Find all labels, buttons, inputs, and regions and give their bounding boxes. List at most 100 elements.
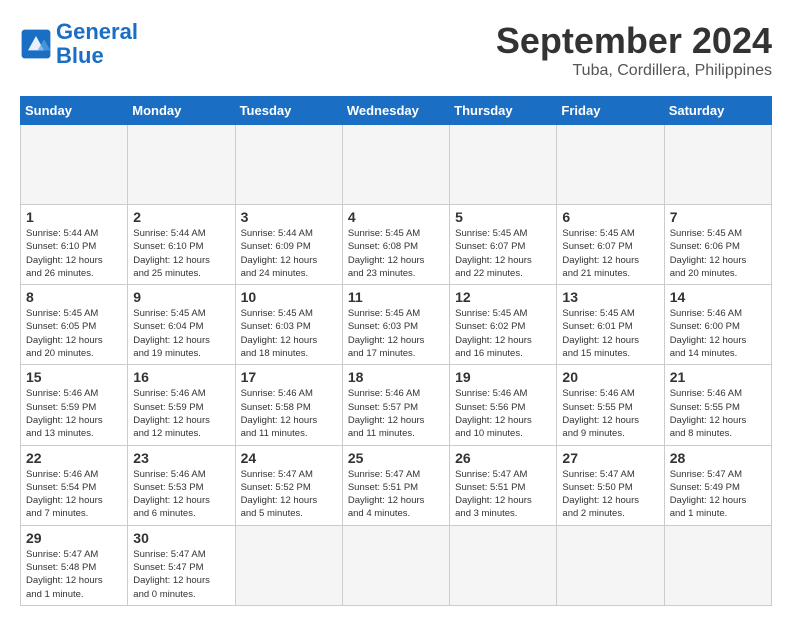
day-info: Sunrise: 5:45 AM Sunset: 6:06 PM Dayligh… (670, 227, 766, 280)
calendar-cell: 12Sunrise: 5:45 AM Sunset: 6:02 PM Dayli… (450, 285, 557, 365)
day-info: Sunrise: 5:44 AM Sunset: 6:10 PM Dayligh… (26, 227, 122, 280)
calendar-cell: 3Sunrise: 5:44 AM Sunset: 6:09 PM Daylig… (235, 205, 342, 285)
day-number: 11 (348, 289, 444, 305)
day-number: 13 (562, 289, 658, 305)
calendar-week-4: 22 Sunrise: 5:46 AM Sunset: 5:54 PM Dayli… (21, 445, 772, 525)
day-number: 4 (348, 209, 444, 225)
weekday-header-monday: Monday (128, 97, 235, 125)
calendar-body: 1Sunrise: 5:44 AM Sunset: 6:10 PM Daylig… (21, 125, 772, 606)
calendar-cell: 6Sunrise: 5:45 AM Sunset: 6:07 PM Daylig… (557, 205, 664, 285)
calendar-cell: 29 Sunrise: 5:47 AM Sunset: 5:48 PM Dayli… (21, 525, 128, 605)
weekday-header-wednesday: Wednesday (342, 97, 449, 125)
calendar-week-5: 29 Sunrise: 5:47 AM Sunset: 5:48 PM Dayli… (21, 525, 772, 605)
calendar-cell: 25Sunrise: 5:47 AM Sunset: 5:51 PM Dayli… (342, 445, 449, 525)
day-number: 8 (26, 289, 122, 305)
calendar-cell (664, 525, 771, 605)
day-info: Sunrise: 5:46 AM Sunset: 5:55 PM Dayligh… (670, 387, 766, 440)
calendar-cell: 23Sunrise: 5:46 AM Sunset: 5:53 PM Dayli… (128, 445, 235, 525)
day-number: 22 (26, 450, 122, 466)
day-info: Sunrise: 5:47 AM Sunset: 5:48 PM Dayligh… (26, 548, 122, 601)
calendar-cell: 17 Sunrise: 5:46 AM Sunset: 5:58 PM Dayli… (235, 365, 342, 445)
day-info: Sunrise: 5:46 AM Sunset: 5:55 PM Dayligh… (562, 387, 658, 440)
day-number: 23 (133, 450, 229, 466)
calendar-cell (235, 525, 342, 605)
calendar-cell: 2 Sunrise: 5:44 AM Sunset: 6:10 PM Daylig… (128, 205, 235, 285)
day-info: Sunrise: 5:46 AM Sunset: 5:54 PM Dayligh… (26, 468, 122, 521)
calendar-cell: 18Sunrise: 5:46 AM Sunset: 5:57 PM Dayli… (342, 365, 449, 445)
calendar-cell (450, 525, 557, 605)
day-number: 18 (348, 369, 444, 385)
calendar-cell (450, 125, 557, 205)
day-info: Sunrise: 5:46 AM Sunset: 5:59 PM Dayligh… (26, 387, 122, 440)
calendar-cell: 10Sunrise: 5:45 AM Sunset: 6:03 PM Dayli… (235, 285, 342, 365)
day-info: Sunrise: 5:47 AM Sunset: 5:51 PM Dayligh… (455, 468, 551, 521)
calendar-cell: 1Sunrise: 5:44 AM Sunset: 6:10 PM Daylig… (21, 205, 128, 285)
day-number: 5 (455, 209, 551, 225)
day-number: 17 (241, 369, 337, 385)
calendar-cell: 4 Sunrise: 5:45 AM Sunset: 6:08 PM Daylig… (342, 205, 449, 285)
calendar-week-3: 15 Sunrise: 5:46 AM Sunset: 5:59 PM Dayli… (21, 365, 772, 445)
day-info: Sunrise: 5:45 AM Sunset: 6:01 PM Dayligh… (562, 307, 658, 360)
calendar-cell: 14Sunrise: 5:46 AM Sunset: 6:00 PM Dayli… (664, 285, 771, 365)
day-info: Sunrise: 5:47 AM Sunset: 5:52 PM Dayligh… (241, 468, 337, 521)
calendar-cell (557, 525, 664, 605)
day-info: Sunrise: 5:45 AM Sunset: 6:07 PM Dayligh… (455, 227, 551, 280)
page-header: General Blue September 2024 Tuba, Cordil… (20, 20, 772, 80)
day-number: 10 (241, 289, 337, 305)
day-number: 2 (133, 209, 229, 225)
calendar-cell: 15 Sunrise: 5:46 AM Sunset: 5:59 PM Dayli… (21, 365, 128, 445)
day-number: 29 (26, 530, 122, 546)
day-number: 19 (455, 369, 551, 385)
logo: General Blue (20, 20, 138, 68)
calendar-cell (342, 525, 449, 605)
day-info: Sunrise: 5:45 AM Sunset: 6:04 PM Dayligh… (133, 307, 229, 360)
day-info: Sunrise: 5:46 AM Sunset: 5:56 PM Dayligh… (455, 387, 551, 440)
calendar-cell: 27Sunrise: 5:47 AM Sunset: 5:50 PM Dayli… (557, 445, 664, 525)
calendar-cell: 7 Sunrise: 5:45 AM Sunset: 6:06 PM Daylig… (664, 205, 771, 285)
title-area: September 2024 Tuba, Cordillera, Philipp… (496, 20, 772, 80)
calendar-cell: 5 Sunrise: 5:45 AM Sunset: 6:07 PM Daylig… (450, 205, 557, 285)
calendar-cell: 30 Sunrise: 5:47 AM Sunset: 5:47 PM Dayli… (128, 525, 235, 605)
calendar-cell (664, 125, 771, 205)
calendar-header-row: SundayMondayTuesdayWednesdayThursdayFrid… (21, 97, 772, 125)
calendar-cell: 22 Sunrise: 5:46 AM Sunset: 5:54 PM Dayli… (21, 445, 128, 525)
calendar-cell: 24 Sunrise: 5:47 AM Sunset: 5:52 PM Dayli… (235, 445, 342, 525)
day-number: 12 (455, 289, 551, 305)
day-info: Sunrise: 5:47 AM Sunset: 5:50 PM Dayligh… (562, 468, 658, 521)
day-info: Sunrise: 5:46 AM Sunset: 5:58 PM Dayligh… (241, 387, 337, 440)
weekday-header-saturday: Saturday (664, 97, 771, 125)
day-info: Sunrise: 5:45 AM Sunset: 6:05 PM Dayligh… (26, 307, 122, 360)
weekday-header-friday: Friday (557, 97, 664, 125)
calendar-week-1: 1Sunrise: 5:44 AM Sunset: 6:10 PM Daylig… (21, 205, 772, 285)
day-number: 16 (133, 369, 229, 385)
day-info: Sunrise: 5:47 AM Sunset: 5:47 PM Dayligh… (133, 548, 229, 601)
weekday-header-tuesday: Tuesday (235, 97, 342, 125)
calendar-cell: 19 Sunrise: 5:46 AM Sunset: 5:56 PM Dayli… (450, 365, 557, 445)
calendar-cell: 16 Sunrise: 5:46 AM Sunset: 5:59 PM Dayli… (128, 365, 235, 445)
logo-icon (20, 28, 52, 60)
location-text: Tuba, Cordillera, Philippines (496, 62, 772, 80)
calendar-cell: 13 Sunrise: 5:45 AM Sunset: 6:01 PM Dayli… (557, 285, 664, 365)
calendar-table: SundayMondayTuesdayWednesdayThursdayFrid… (20, 96, 772, 606)
day-number: 24 (241, 450, 337, 466)
logo-general: General (56, 19, 138, 44)
calendar-cell (557, 125, 664, 205)
calendar-week-2: 8 Sunrise: 5:45 AM Sunset: 6:05 PM Daylig… (21, 285, 772, 365)
day-number: 15 (26, 369, 122, 385)
day-info: Sunrise: 5:44 AM Sunset: 6:10 PM Dayligh… (133, 227, 229, 280)
day-number: 21 (670, 369, 766, 385)
day-info: Sunrise: 5:46 AM Sunset: 5:59 PM Dayligh… (133, 387, 229, 440)
calendar-cell (21, 125, 128, 205)
weekday-header-thursday: Thursday (450, 97, 557, 125)
month-title: September 2024 (496, 20, 772, 62)
calendar-cell: 20Sunrise: 5:46 AM Sunset: 5:55 PM Dayli… (557, 365, 664, 445)
calendar-cell: 28Sunrise: 5:47 AM Sunset: 5:49 PM Dayli… (664, 445, 771, 525)
day-number: 14 (670, 289, 766, 305)
day-info: Sunrise: 5:45 AM Sunset: 6:08 PM Dayligh… (348, 227, 444, 280)
day-number: 6 (562, 209, 658, 225)
day-number: 30 (133, 530, 229, 546)
logo-blue: Blue (56, 43, 104, 68)
calendar-week-0 (21, 125, 772, 205)
day-number: 25 (348, 450, 444, 466)
day-number: 7 (670, 209, 766, 225)
